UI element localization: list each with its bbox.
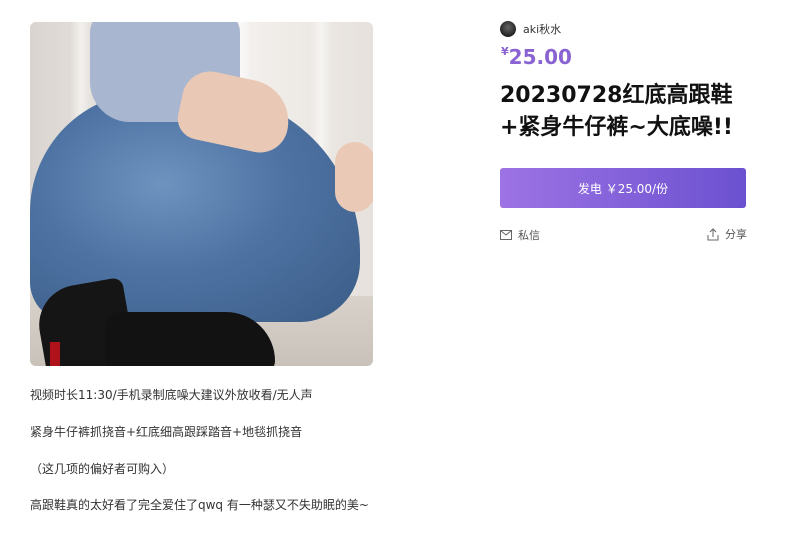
buy-button[interactable]: 发电 ￥25.00/份 — [500, 168, 746, 208]
description-line: 视频时长11:30/手机录制底噪大建议外放收看/无人声 — [30, 388, 313, 402]
price-amount: 25.00 — [508, 45, 572, 69]
red-sole — [50, 342, 60, 366]
share-button[interactable]: 分享 — [707, 226, 747, 242]
currency-symbol: ¥ — [501, 45, 509, 58]
product-title: 20230728红底高跟鞋 +紧身牛仔裤~大底噪!! — [500, 80, 780, 144]
product-title-line-1: 20230728红底高跟鞋 — [500, 83, 733, 108]
description-line: 紧身牛仔裤抓挠音+红底细高跟踩踏音+地毯抓挠音 — [30, 425, 303, 439]
seller-name[interactable]: aki秋水 — [523, 21, 561, 37]
message-button[interactable]: 私信 — [500, 227, 540, 243]
avatar[interactable] — [500, 21, 516, 37]
message-label: 私信 — [518, 229, 540, 242]
share-label: 分享 — [725, 228, 747, 241]
ankle — [335, 142, 373, 212]
product-title-line-2: +紧身牛仔裤~大底噪!! — [500, 115, 733, 140]
mail-icon — [500, 230, 512, 240]
description-line: （这几项的偏好者可购入） — [30, 462, 175, 476]
price: ¥25.00 — [501, 45, 572, 69]
share-icon — [707, 227, 719, 240]
product-image — [30, 22, 373, 366]
description-line: 高跟鞋真的太好看了完全爱住了qwq 有一种瑟又不失助眠的美~ — [30, 498, 369, 512]
high-heel-front — [105, 312, 275, 366]
